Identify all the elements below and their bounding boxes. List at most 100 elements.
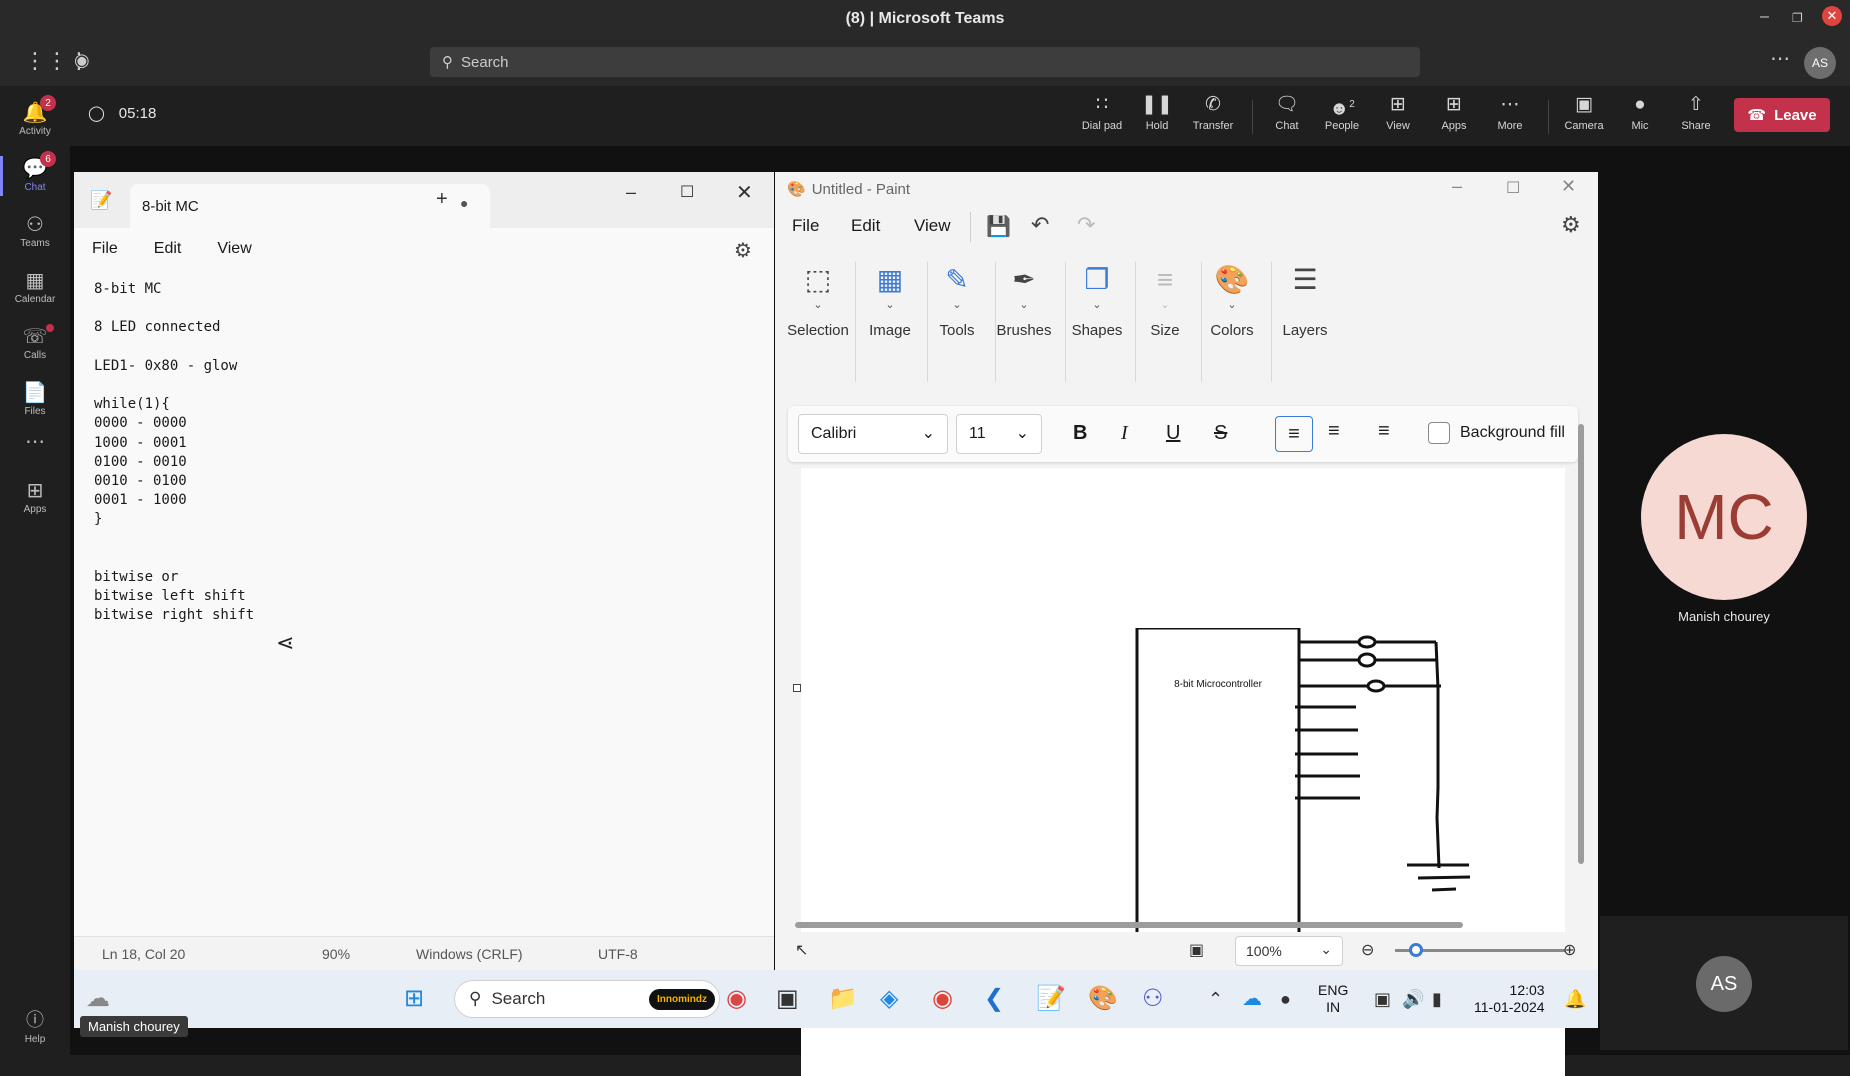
- avatar[interactable]: AS: [1804, 47, 1836, 79]
- zoom-out-icon[interactable]: ⊖: [1361, 940, 1374, 960]
- settings-more-icon[interactable]: ⋯: [1770, 46, 1790, 71]
- transfer-button[interactable]: ✆ Transfer: [1187, 94, 1239, 132]
- file-explorer-icon[interactable]: 📁: [828, 984, 858, 1014]
- rail-item-apps[interactable]: ⊞ Apps: [0, 470, 70, 526]
- bold-icon[interactable]: B: [1073, 422, 1087, 445]
- undo-icon[interactable]: ↶: [1031, 212, 1049, 238]
- font-size-select[interactable]: 11 ⌄: [956, 414, 1042, 454]
- gear-icon[interactable]: ⚙: [734, 238, 752, 263]
- text-line: 8 LED connected: [94, 319, 221, 336]
- help-button[interactable]: ⓘ Help: [14, 1006, 56, 1045]
- teams-icon[interactable]: ⚇: [1142, 984, 1164, 1014]
- view-button[interactable]: ⊞ View: [1372, 94, 1424, 132]
- taskbar-search[interactable]: ⚲ Search Innomindz: [454, 980, 720, 1018]
- notepad-text-area[interactable]: 8-bit MC 8 LED connected LED1- 0x80 - gl…: [94, 280, 254, 626]
- notification-bell-icon[interactable]: 🔔: [1564, 984, 1586, 1014]
- tool-shapes[interactable]: ❐ ⌄ Shapes: [1062, 262, 1132, 339]
- battery-icon[interactable]: ▮: [1432, 984, 1442, 1014]
- apps-button[interactable]: ⊞ Apps: [1428, 94, 1480, 132]
- edge-icon[interactable]: ◈: [880, 984, 898, 1014]
- menu-edit[interactable]: Edit: [851, 216, 880, 236]
- new-tab-icon[interactable]: +: [436, 188, 448, 211]
- close-icon[interactable]: ✕: [1561, 176, 1576, 197]
- taskview-icon[interactable]: ▣: [776, 984, 799, 1014]
- rail-item-files[interactable]: 📄 Files: [0, 372, 70, 428]
- mic-button[interactable]: ● Mic: [1614, 94, 1666, 132]
- search-input[interactable]: ⚲ Search: [430, 47, 1420, 77]
- volume-icon[interactable]: 🔊: [1402, 984, 1424, 1014]
- text-line: [94, 338, 254, 357]
- tool-brushes[interactable]: ✒ ⌄ Brushes: [989, 262, 1059, 339]
- align-center-icon[interactable]: ≡: [1328, 420, 1340, 443]
- unsaved-dot-icon[interactable]: ●: [460, 195, 468, 211]
- close-icon[interactable]: ✕: [1822, 6, 1842, 26]
- input-language[interactable]: ENG IN: [1318, 982, 1348, 1016]
- dialpad-button[interactable]: ∷ Dial pad: [1076, 94, 1128, 132]
- strikethrough-icon[interactable]: S: [1214, 422, 1227, 445]
- camera-button[interactable]: ▣ Camera: [1558, 94, 1610, 132]
- share-button[interactable]: ⇧ Share: [1670, 94, 1722, 132]
- leave-button[interactable]: ☎ Leave: [1734, 98, 1830, 132]
- hold-button[interactable]: ❚❚ Hold: [1131, 94, 1183, 132]
- zoom-in-icon[interactable]: ⊕: [1563, 940, 1576, 960]
- network-icon[interactable]: ▣: [1374, 984, 1391, 1014]
- chevron-up-icon[interactable]: ⌃: [1208, 984, 1223, 1014]
- more-button[interactable]: ⋯ More: [1484, 94, 1536, 132]
- scroll-thumb[interactable]: [1578, 424, 1584, 864]
- zoom-slider[interactable]: [1395, 943, 1565, 957]
- rail-item-chat[interactable]: 💬 Chat 6: [0, 148, 70, 204]
- save-icon[interactable]: 💾: [986, 214, 1011, 239]
- tool-selection[interactable]: ⬚ ⌄ Selection: [783, 262, 853, 339]
- notepad-icon[interactable]: 📝: [1036, 984, 1066, 1014]
- zoom-slider-thumb[interactable]: [1409, 943, 1423, 957]
- italic-icon[interactable]: I: [1121, 422, 1128, 445]
- maximize-icon[interactable]: ☐: [1506, 178, 1520, 198]
- underline-icon[interactable]: U: [1166, 422, 1180, 445]
- menu-view[interactable]: View: [914, 216, 951, 236]
- zoom-select[interactable]: 100% ⌄: [1235, 936, 1343, 966]
- tool-layers[interactable]: ☰ Layers: [1270, 262, 1340, 339]
- background-fill-checkbox[interactable]: [1428, 422, 1450, 444]
- rail-item-more[interactable]: ⋯: [0, 422, 70, 462]
- font-select[interactable]: Calibri ⌄: [798, 414, 948, 454]
- status-line-ending: Windows (CRLF): [416, 946, 523, 962]
- minimize-icon[interactable]: –: [1760, 8, 1769, 26]
- minimize-icon[interactable]: –: [626, 182, 636, 203]
- menu-edit[interactable]: Edit: [154, 240, 182, 258]
- scroll-thumb[interactable]: [795, 922, 1463, 928]
- restore-icon[interactable]: ❐: [1792, 11, 1803, 25]
- align-left-icon[interactable]: ≡: [1275, 416, 1313, 452]
- paint-icon[interactable]: 🎨: [1088, 984, 1118, 1014]
- mic-icon[interactable]: ●: [1280, 984, 1291, 1014]
- rail-item-teams[interactable]: ⚇ Teams: [0, 204, 70, 260]
- align-right-icon[interactable]: ≡: [1378, 420, 1390, 443]
- maximize-icon[interactable]: ☐: [680, 182, 694, 202]
- windows-start-icon[interactable]: ⊞: [404, 984, 424, 1014]
- fit-screen-icon[interactable]: ▣: [1189, 940, 1204, 960]
- close-icon[interactable]: ✕: [736, 180, 753, 205]
- horizontal-scrollbar[interactable]: [783, 918, 1576, 930]
- chrome-icon[interactable]: ◉: [932, 984, 953, 1014]
- rail-item-calls[interactable]: ☏ Calls: [0, 316, 70, 372]
- redo-icon[interactable]: ↷: [1077, 212, 1095, 238]
- copilot-icon[interactable]: ◉: [726, 984, 747, 1014]
- onedrive-icon[interactable]: ☁: [1242, 984, 1262, 1014]
- minimize-icon[interactable]: –: [1452, 176, 1462, 197]
- vertical-scrollbar[interactable]: [1576, 416, 1586, 916]
- gear-icon[interactable]: ⚙: [1561, 212, 1581, 238]
- tool-colors[interactable]: 🎨 ⌄ Colors: [1197, 262, 1267, 339]
- menu-file[interactable]: File: [792, 216, 819, 236]
- clock[interactable]: 12:03 11-01-2024: [1474, 982, 1545, 1016]
- rail-item-activity[interactable]: 🔔 Activity 2: [0, 92, 70, 148]
- people-button[interactable]: ☻2 People: [1316, 94, 1368, 132]
- vscode-icon[interactable]: ❮: [984, 984, 1004, 1014]
- rail-item-calendar[interactable]: ▦ Calendar: [0, 260, 70, 316]
- canvas-resize-handle[interactable]: [793, 684, 801, 692]
- menu-view[interactable]: View: [217, 240, 251, 258]
- weather-icon[interactable]: ☁: [86, 984, 110, 1014]
- menu-file[interactable]: File: [92, 240, 118, 258]
- tool-tools[interactable]: ✎ ⌄ Tools: [922, 262, 992, 339]
- chat-button[interactable]: 🗨 Chat: [1261, 94, 1313, 132]
- tool-image[interactable]: ▦ ⌄ Image: [855, 262, 925, 339]
- tool-size[interactable]: ≡ ⌄ Size: [1130, 262, 1200, 339]
